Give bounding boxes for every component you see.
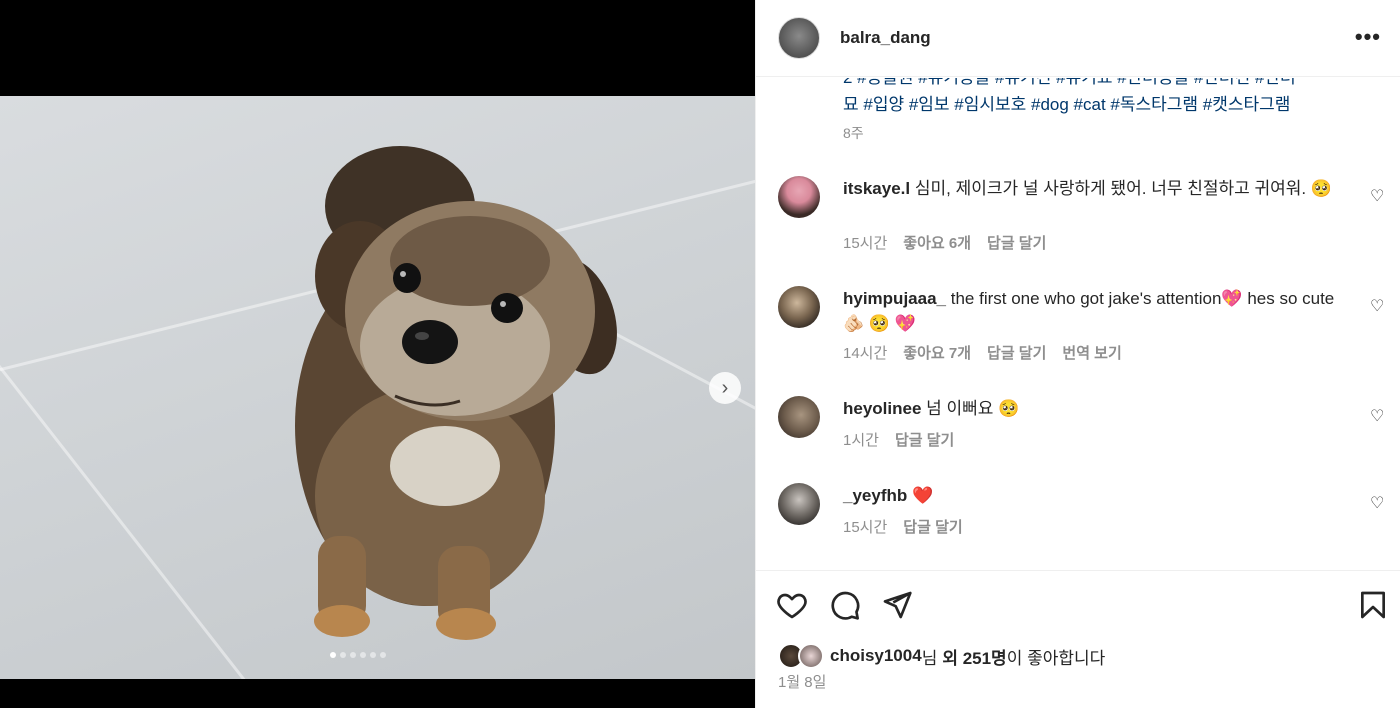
comment-item: heyolinee 넘 이뻐요 🥺 1시간 답글 달기 ♡ bbox=[778, 396, 1388, 466]
commenter-username[interactable]: hyimpujaaa_ bbox=[843, 289, 946, 308]
comments-list[interactable]: 2 #동물권 #유기동물 #유기견 #유기묘 #반려동물 #반려견 #반려 묘 … bbox=[756, 78, 1400, 570]
likes-summary: choisy1004 님 외 251명 이 좋아합니다 bbox=[778, 643, 1105, 669]
author-username[interactable]: balra_dang bbox=[840, 28, 931, 48]
next-image-button[interactable]: › bbox=[709, 372, 741, 404]
carousel-indicator bbox=[330, 652, 386, 658]
carousel-dot bbox=[370, 652, 376, 658]
caption-line[interactable]: 묘 #입양 #임보 #임시보호 #dog #cat #독스타그램 #캣스타그램 bbox=[843, 91, 1373, 118]
translate-button[interactable]: 번역 보기 bbox=[1062, 342, 1121, 363]
author-avatar[interactable] bbox=[778, 17, 820, 59]
comment-meta: 15시간 답글 달기 bbox=[843, 516, 963, 537]
comment-text: 심미, 제이크가 널 사랑하게 됐어. 너무 친절하고 귀여워. bbox=[914, 179, 1307, 198]
heart-icon[interactable] bbox=[776, 589, 808, 621]
liker-username[interactable]: choisy1004 bbox=[830, 646, 922, 666]
reply-button[interactable]: 답글 달기 bbox=[895, 429, 954, 450]
liker-avatar[interactable] bbox=[798, 643, 824, 669]
comment-likes[interactable]: 좋아요 6개 bbox=[903, 232, 971, 253]
commenter-avatar[interactable] bbox=[778, 396, 820, 438]
chevron-right-icon: › bbox=[721, 377, 729, 399]
bookmark-icon[interactable] bbox=[1357, 589, 1389, 621]
comment-item: hyimpujaaa_ the first one who got jake's… bbox=[778, 286, 1388, 376]
post-actions: choisy1004 님 외 251명 이 좋아합니다 1월 8일 bbox=[756, 570, 1400, 708]
comment-item: itskaye.l 심미, 제이크가 널 사랑하게 됐어. 너무 친절하고 귀여… bbox=[778, 176, 1388, 266]
reply-button[interactable]: 답글 달기 bbox=[987, 232, 1046, 253]
comment-emoji: ❤️ bbox=[911, 486, 934, 505]
comment-body: itskaye.l 심미, 제이크가 널 사랑하게 됐어. 너무 친절하고 귀여… bbox=[843, 176, 1343, 201]
post-header: balra_dang ••• bbox=[756, 0, 1400, 77]
commenter-username[interactable]: heyolinee bbox=[843, 399, 921, 418]
like-comment-heart-icon[interactable]: ♡ bbox=[1370, 296, 1384, 316]
comment-time[interactable]: 15시간 bbox=[843, 516, 887, 537]
carousel-dot bbox=[350, 652, 356, 658]
carousel-dot bbox=[330, 652, 336, 658]
comment-time[interactable]: 14시간 bbox=[843, 342, 887, 363]
dog-photo bbox=[295, 146, 617, 640]
comment-meta: 15시간 좋아요 6개 답글 달기 bbox=[843, 232, 1046, 253]
comment-body: _yeyfhb ❤️ bbox=[843, 483, 1343, 508]
post-date[interactable]: 1월 8일 bbox=[778, 671, 826, 692]
comment-emoji: 🥺 bbox=[1310, 179, 1333, 198]
carousel-dot bbox=[360, 652, 366, 658]
comment-emoji: 🥺 bbox=[998, 399, 1020, 418]
caption-timestamp[interactable]: 8주 bbox=[843, 123, 864, 143]
reply-button[interactable]: 답글 달기 bbox=[987, 342, 1046, 363]
caption-hashtags: 2 #동물권 #유기동물 #유기견 #유기묘 #반려동물 #반려견 #반려 묘 … bbox=[843, 78, 1373, 118]
comment-body: hyimpujaaa_ the first one who got jake's… bbox=[843, 286, 1343, 336]
caption-line[interactable]: 2 #동물권 #유기동물 #유기견 #유기묘 #반려동물 #반려견 #반려 bbox=[843, 78, 1373, 91]
commenter-username[interactable]: _yeyfhb bbox=[843, 486, 907, 505]
likes-count[interactable]: 외 251명 bbox=[942, 644, 1006, 669]
comment-icon[interactable] bbox=[829, 589, 861, 621]
like-comment-heart-icon[interactable]: ♡ bbox=[1370, 406, 1384, 426]
post-details-panel: balra_dang ••• 2 #동물권 #유기동물 #유기견 #유기묘 #반… bbox=[755, 0, 1400, 708]
comment-time[interactable]: 15시간 bbox=[843, 232, 887, 253]
carousel-dot bbox=[340, 652, 346, 658]
comment-text: 넘 이뻐요 bbox=[926, 399, 994, 418]
commenter-avatar[interactable] bbox=[778, 483, 820, 525]
commenter-username[interactable]: itskaye.l bbox=[843, 179, 910, 198]
commenter-avatar[interactable] bbox=[778, 176, 820, 218]
send-icon[interactable] bbox=[881, 589, 913, 621]
comment-likes[interactable]: 좋아요 7개 bbox=[903, 342, 971, 363]
commenter-avatar[interactable] bbox=[778, 286, 820, 328]
likes-suffix: 이 좋아합니다 bbox=[1006, 648, 1106, 668]
reply-button[interactable]: 답글 달기 bbox=[903, 516, 962, 537]
more-horizontal-icon[interactable]: ••• bbox=[1355, 24, 1381, 50]
comment-meta: 1시간 답글 달기 bbox=[843, 429, 954, 450]
like-comment-heart-icon[interactable]: ♡ bbox=[1370, 493, 1384, 513]
post-image[interactable] bbox=[0, 96, 755, 679]
post-media: › bbox=[0, 0, 755, 708]
like-comment-heart-icon[interactable]: ♡ bbox=[1370, 186, 1384, 206]
comment-meta: 14시간 좋아요 7개 답글 달기 번역 보기 bbox=[843, 342, 1122, 363]
comment-body: heyolinee 넘 이뻐요 🥺 bbox=[843, 396, 1343, 421]
comment-time[interactable]: 1시간 bbox=[843, 429, 879, 450]
likes-suffix: 님 bbox=[921, 648, 938, 668]
comment-item: _yeyfhb ❤️ 15시간 답글 달기 ♡ bbox=[778, 483, 1388, 553]
carousel-dot bbox=[380, 652, 386, 658]
liker-avatars bbox=[778, 643, 826, 669]
